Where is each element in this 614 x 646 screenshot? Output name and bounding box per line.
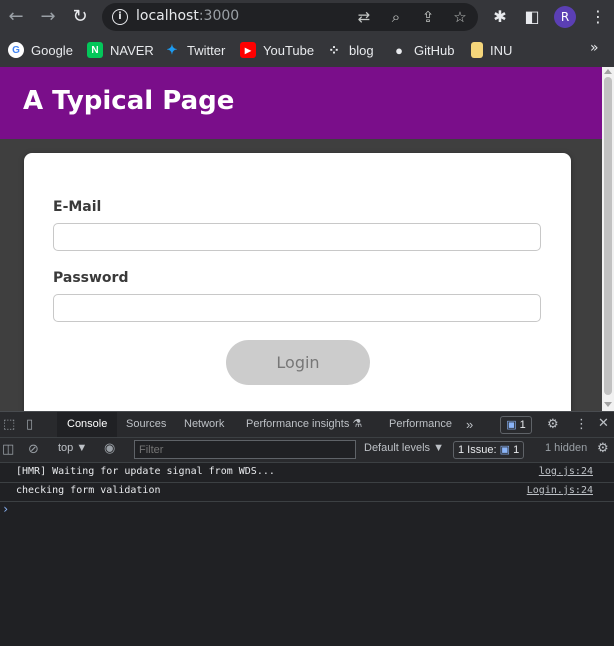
inspect-element-icon[interactable]: ⬚ [3, 417, 15, 432]
scroll-down-icon[interactable] [604, 402, 612, 407]
bookmark-twitter[interactable]: ✦ Twitter [164, 40, 226, 60]
bookmark-naver[interactable]: N NAVER [87, 40, 154, 60]
bookmark-label: YouTube [263, 42, 315, 58]
bookmark-label: blog [349, 42, 374, 58]
settings-gear-icon[interactable]: ⚙ [547, 417, 559, 432]
folder-icon [471, 42, 483, 58]
issues-label: 1 Issue: [458, 444, 497, 456]
bookmark-google[interactable]: G Google [8, 40, 73, 60]
bookmark-youtube[interactable]: ▶ YouTube [240, 40, 314, 60]
console-message-text: [HMR] Waiting for update signal from WDS… [16, 466, 275, 477]
more-bookmarks-icon[interactable]: » [590, 40, 599, 56]
forward-arrow-icon[interactable]: → [36, 5, 60, 29]
devtools-tab-bar: ⬚ ▯ Console Sources Network Performance … [0, 412, 614, 438]
site-info-icon[interactable]: i [112, 9, 128, 25]
profile-avatar[interactable]: R [554, 6, 576, 28]
console-message-source[interactable]: Login.js:24 [527, 485, 593, 496]
console-prompt[interactable]: › [2, 502, 9, 516]
message-count: 1 [519, 419, 526, 431]
hidden-count: 1 hidden [545, 442, 588, 454]
console-message: checking form validation Login.js:24 [0, 482, 614, 502]
scrollbar-thumb[interactable] [604, 77, 612, 395]
email-input[interactable] [53, 223, 541, 251]
page-header: A Typical Page [0, 67, 602, 139]
page-scrollbar[interactable] [602, 67, 614, 411]
bookmark-label: Google [31, 42, 73, 58]
bookmark-label: NAVER [110, 42, 154, 58]
browser-menu-icon[interactable]: ⋮ [586, 5, 610, 29]
address-bar[interactable]: i localhost:3000 ⇄ ⌕ ⇪ ☆ [102, 3, 478, 31]
login-button[interactable]: Login [226, 340, 370, 385]
github-icon: ● [391, 42, 407, 58]
side-panel-icon[interactable]: ◧ [520, 5, 544, 29]
console-toolbar: ◫ ⊘ top ▼ ◉ Default levels ▼ 1 Issue: ▣ … [0, 438, 614, 463]
eye-icon[interactable]: ◉ [104, 441, 115, 456]
page-title: A Typical Page [23, 86, 235, 116]
tab-console[interactable]: Console [57, 412, 118, 437]
console-message-source[interactable]: log.js:24 [539, 466, 593, 477]
issue-icon: ▣ [499, 444, 510, 456]
devtools-panel: ⬚ ▯ Console Sources Network Performance … [0, 411, 614, 646]
bookmark-star-icon[interactable]: ☆ [450, 7, 470, 27]
share-icon[interactable]: ⇪ [418, 7, 438, 27]
back-arrow-icon[interactable]: ← [4, 5, 28, 29]
tab-performance[interactable]: Performance [389, 412, 452, 437]
bookmark-github[interactable]: ● GitHub [391, 40, 454, 60]
bookmark-label: GitHub [414, 42, 455, 58]
bookmarks-bar: G Google N NAVER ✦ Twitter ▶ YouTube ⁘ b… [0, 34, 614, 68]
url-host: localhost [136, 8, 199, 24]
sidebar-toggle-icon[interactable]: ◫ [2, 442, 14, 457]
translate-icon[interactable]: ⇄ [354, 7, 374, 27]
issues-count: 1 [513, 444, 520, 456]
context-selector[interactable]: top ▼ [58, 442, 87, 454]
clear-console-icon[interactable]: ⊘ [28, 442, 39, 457]
close-icon[interactable]: ✕ [598, 416, 609, 431]
scroll-up-icon[interactable] [604, 69, 612, 74]
extensions-puzzle-icon[interactable]: ✱ [488, 5, 512, 29]
log-levels-dropdown[interactable]: Default levels ▼ [364, 442, 444, 454]
page-viewport: A Typical Page E-Mail Password Login [0, 67, 602, 411]
password-label: Password [53, 270, 129, 286]
console-message: [HMR] Waiting for update signal from WDS… [0, 463, 614, 483]
devtools-menu-icon[interactable]: ⋮ [575, 417, 588, 432]
bookmark-label: Twitter [187, 42, 226, 58]
password-input[interactable] [53, 294, 541, 322]
google-icon: G [8, 42, 24, 58]
bookmark-label: INU [490, 42, 513, 58]
tab-sources[interactable]: Sources [126, 412, 166, 437]
message-icon: ▣ [506, 419, 517, 431]
email-label: E-Mail [53, 199, 102, 215]
reload-icon[interactable]: ↻ [68, 5, 92, 29]
blog-icon: ⁘ [328, 41, 340, 58]
browser-toolbar: ← → ↻ i localhost:3000 ⇄ ⌕ ⇪ ☆ ✱ ◧ R ⋮ [0, 0, 614, 34]
console-message-text: checking form validation [16, 485, 161, 496]
bookmark-blog[interactable]: ⁘ blog [326, 40, 374, 60]
url-port: :3000 [198, 8, 240, 24]
youtube-icon: ▶ [240, 42, 256, 58]
filter-input[interactable] [134, 440, 356, 459]
tab-performance-insights[interactable]: Performance insights ⚗ [246, 412, 362, 437]
login-card: E-Mail Password Login [24, 153, 571, 411]
device-toolbar-icon[interactable]: ▯ [26, 417, 33, 432]
twitter-icon: ✦ [166, 42, 178, 57]
more-tabs-icon[interactable]: » [466, 412, 473, 437]
bookmark-inu[interactable]: INU [471, 40, 512, 60]
console-settings-gear-icon[interactable]: ⚙ [597, 441, 609, 456]
tab-network[interactable]: Network [184, 412, 224, 437]
issues-button[interactable]: 1 Issue: ▣ 1 [453, 441, 525, 459]
messages-badge[interactable]: ▣ 1 [500, 416, 532, 434]
url-text[interactable]: localhost:3000 [136, 8, 239, 24]
zoom-icon[interactable]: ⌕ [386, 7, 406, 27]
naver-icon: N [87, 42, 103, 58]
